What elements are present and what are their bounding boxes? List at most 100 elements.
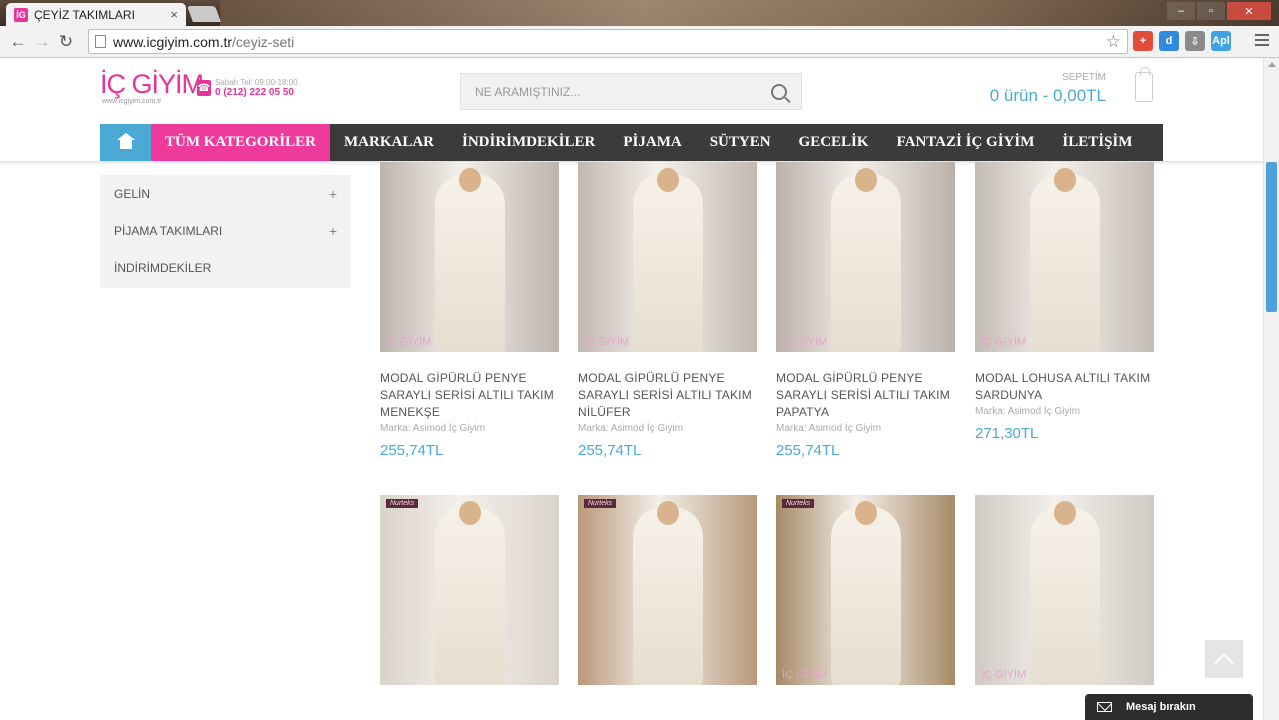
- product-card[interactable]: İÇ GİYİM MODAL LOHUSA ALTILI TAKIM SARDUN…: [975, 162, 1154, 442]
- d-extension-icon[interactable]: d: [1159, 31, 1179, 51]
- logo-url: www.icgiyim.com.tr: [102, 98, 162, 105]
- watermark-logo: İÇ GİYİM: [782, 336, 828, 348]
- new-tab-button[interactable]: [187, 6, 221, 22]
- maximize-button[interactable]: ▫: [1197, 2, 1225, 20]
- expand-plus-icon[interactable]: +: [329, 223, 337, 239]
- page-scrollbar[interactable]: [1263, 58, 1279, 720]
- model-head: [656, 501, 679, 525]
- product-image[interactable]: İÇ GİYİM: [975, 495, 1154, 685]
- cart-label: SEPETİM: [1062, 72, 1106, 83]
- product-card[interactable]: Nurteks: [578, 495, 757, 685]
- model-head: [458, 168, 481, 192]
- search-input[interactable]: NE ARAMIŞTINIZ...: [460, 73, 802, 110]
- sidebar-item-label: PİJAMA TAKIMLARI: [114, 223, 223, 238]
- product-card[interactable]: İÇ GİYİM MODAL GİPÜRLÜ PENYE SARAYLI SERİ…: [776, 162, 955, 459]
- shopping-bag-icon[interactable]: [1135, 67, 1153, 102]
- model-head: [458, 501, 481, 525]
- forward-arrow-icon[interactable]: →: [30, 30, 54, 54]
- watermark-logo: İÇ GİYİM: [981, 669, 1027, 681]
- page-viewport: İÇ GİYİM www.icgiyim.com.tr ☎ Sabah Tel:…: [0, 58, 1263, 720]
- window-controls: – ▫ ✕: [1167, 2, 1271, 20]
- product-image[interactable]: İÇ GİYİM: [578, 162, 757, 352]
- chevron-up-icon: [1214, 653, 1234, 673]
- product-name[interactable]: MODAL GİPÜRLÜ PENYE SARAYLI SERİSİ ALTIL…: [578, 370, 757, 421]
- scroll-up-arrow-icon[interactable]: [1268, 62, 1276, 67]
- browser-menu-icon[interactable]: [1255, 34, 1269, 49]
- tab-title: ÇEYİZ TAKIMLARI: [34, 7, 135, 22]
- model-head: [656, 168, 679, 192]
- phone-number: 0 (212) 222 05 50: [215, 87, 294, 98]
- leave-message-button[interactable]: Mesaj bırakın: [1085, 694, 1253, 720]
- cart-summary[interactable]: SEPETİM 0 ürün - 0,00TL: [990, 72, 1106, 106]
- nav-item-pijama[interactable]: PİJAMA: [609, 124, 695, 161]
- model-figure: [830, 174, 901, 352]
- watermark-logo: İÇ GİYİM: [386, 336, 432, 348]
- site-favicon-icon: İG: [14, 7, 28, 22]
- bookmark-star-icon[interactable]: ☆: [1106, 32, 1121, 52]
- nav-item-sutyen[interactable]: SÜTYEN: [696, 124, 785, 161]
- apps-extension-icon[interactable]: Apl: [1211, 31, 1231, 51]
- nav-all-categories[interactable]: TÜM KATEGORİLER: [151, 124, 330, 161]
- product-price: 255,74TL: [578, 442, 642, 459]
- brand-tag: Nurteks: [782, 499, 815, 508]
- tab-close-icon[interactable]: ×: [170, 7, 178, 22]
- product-name[interactable]: MODAL LOHUSA ALTILI TAKIM SARDUNYA: [975, 370, 1154, 404]
- back-arrow-icon[interactable]: ←: [6, 30, 30, 54]
- nav-item-iletisim[interactable]: İLETİŞİM: [1048, 124, 1146, 161]
- address-bar[interactable]: www.icgiyim.com.tr /ceyiz-seti ☆: [88, 29, 1128, 54]
- download-extension-icon[interactable]: ⇩: [1185, 31, 1205, 51]
- product-card[interactable]: Nurteks İÇ GİYİM: [776, 495, 955, 685]
- model-head: [1053, 168, 1076, 192]
- scroll-to-top-button[interactable]: [1205, 640, 1243, 678]
- sidebar-item-indirimdekiler[interactable]: İNDİRİMDEKİLER: [100, 249, 351, 286]
- close-window-button[interactable]: ✕: [1227, 2, 1271, 20]
- search-icon[interactable]: [771, 83, 787, 100]
- product-card[interactable]: İÇ GİYİM: [975, 495, 1154, 685]
- product-brand: Marka: Asimod İç Giyim: [975, 406, 1081, 417]
- product-image[interactable]: Nurteks: [578, 495, 757, 685]
- browser-tab-active[interactable]: İG ÇEYİZ TAKIMLARI ×: [6, 3, 186, 26]
- product-image[interactable]: Nurteks İÇ GİYİM: [776, 495, 955, 685]
- home-button[interactable]: [100, 124, 151, 161]
- model-figure: [434, 174, 505, 352]
- envelope-icon: [1097, 702, 1112, 712]
- model-figure: [830, 507, 901, 685]
- plus-extension-icon[interactable]: +: [1133, 31, 1153, 51]
- product-image[interactable]: Nurteks: [380, 495, 559, 685]
- product-name[interactable]: MODAL GİPÜRLÜ PENYE SARAYLI SERİSİ ALTIL…: [776, 370, 955, 421]
- product-price: 255,74TL: [776, 442, 840, 459]
- sidebar-item-gelin[interactable]: GELİN +: [100, 175, 351, 212]
- category-sidebar: GELİN + PİJAMA TAKIMLARI + İNDİRİMDEKİLE…: [100, 175, 351, 288]
- minimize-button[interactable]: –: [1167, 2, 1195, 20]
- model-figure: [1029, 174, 1100, 352]
- scrollbar-thumb[interactable]: [1266, 162, 1277, 312]
- url-host: www.icgiyim.com.tr: [113, 33, 233, 50]
- product-price: 271,30TL: [975, 425, 1039, 442]
- product-card[interactable]: Nurteks: [380, 495, 559, 685]
- product-brand: Marka: Asimod İç Giyim: [380, 423, 486, 434]
- product-card[interactable]: İÇ GİYİM MODAL GİPÜRLÜ PENYE SARAYLI SERİ…: [578, 162, 757, 459]
- product-name[interactable]: MODAL GİPÜRLÜ PENYE SARAYLI SERİSİ ALTIL…: [380, 370, 559, 421]
- product-brand: Marka: Asimod İç Giyim: [578, 423, 684, 434]
- product-image[interactable]: İÇ GİYİM: [776, 162, 955, 352]
- search-placeholder: NE ARAMIŞTINIZ...: [475, 84, 581, 99]
- nav-item-fantazi[interactable]: FANTAZİ İÇ GİYİM: [883, 124, 1049, 161]
- logo-text: İÇ GİYİM: [100, 69, 204, 99]
- nav-item-gecelik[interactable]: GECELİK: [785, 124, 883, 161]
- nav-item-indirimdekiler[interactable]: İNDİRİMDEKİLER: [448, 124, 609, 161]
- nav-item-markalar[interactable]: MARKALAR: [330, 124, 448, 161]
- sidebar-item-pijama-takimlari[interactable]: PİJAMA TAKIMLARI +: [100, 212, 351, 249]
- reload-icon[interactable]: ↻: [54, 30, 78, 54]
- model-figure: [1029, 507, 1100, 685]
- sidebar-item-label: İNDİRİMDEKİLER: [114, 260, 212, 275]
- home-icon: [116, 133, 135, 149]
- extension-icons: + d ⇩ Apl: [1133, 31, 1231, 51]
- expand-plus-icon[interactable]: +: [329, 186, 337, 202]
- desktop-wallpaper: [220, 0, 1279, 26]
- product-image[interactable]: İÇ GİYİM: [975, 162, 1154, 352]
- brand-tag: Nurteks: [584, 499, 617, 508]
- product-image[interactable]: İÇ GİYİM: [380, 162, 559, 352]
- watermark-logo: İÇ GİYİM: [782, 669, 828, 681]
- product-card[interactable]: İÇ GİYİM MODAL GİPÜRLÜ PENYE SARAYLI SERİ…: [380, 162, 559, 459]
- site-logo[interactable]: İÇ GİYİM www.icgiyim.com.tr: [100, 69, 204, 105]
